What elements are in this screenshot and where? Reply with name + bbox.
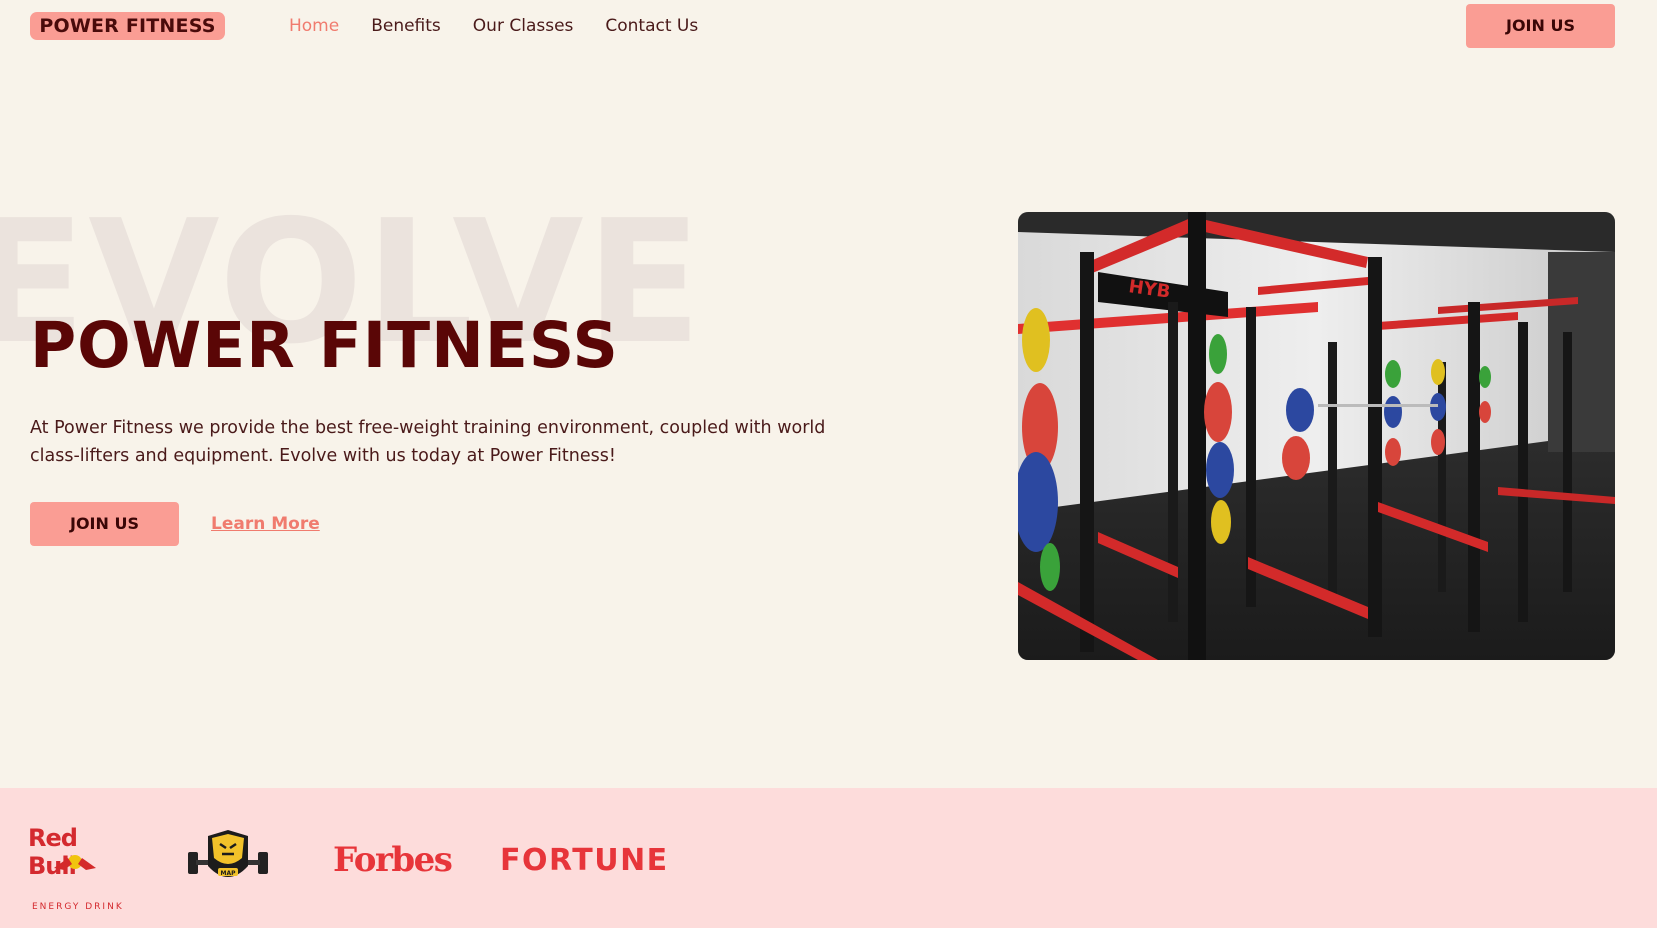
nav-link-benefits[interactable]: Benefits [371,14,441,38]
learn-more-link[interactable]: Learn More [211,512,320,536]
nav-link-our-classes[interactable]: Our Classes [473,14,574,38]
nav-link-contact-us[interactable]: Contact Us [605,14,698,38]
hero-description: At Power Fitness we provide the best fre… [30,418,826,466]
redbull-bulls-icon [54,855,96,870]
brand-logo[interactable]: POWER FITNESS [30,12,225,40]
top-nav: POWER FITNESS Home Benefits Our Classes … [0,0,1657,54]
nav-join-button[interactable]: JOIN US [1466,4,1615,48]
gym-racks-image: HYB [1018,212,1615,660]
nav-link-home[interactable]: Home [289,14,339,38]
tiger-barbell-icon: MAP [188,830,268,877]
tiger-barbell-logo: MAP [186,826,270,890]
partner-logo-strip: Red Bull ENERGY DRINK MAP Forbes FORTUNE [0,788,1657,928]
redbull-logo: Red Bull ENERGY DRINK [28,824,128,912]
hero-title: POWER FITNESS [30,309,619,382]
redbull-subtitle: ENERGY DRINK [32,902,124,912]
fortune-logo: FORTUNE [500,843,669,878]
hero-join-button[interactable]: JOIN US [30,502,179,546]
gym-power-racks-photo: HYB [1018,212,1615,660]
nav-links: Home Benefits Our Classes Contact Us [289,14,698,38]
forbes-logo: Forbes [333,840,453,880]
map-logo-text: MAP [220,870,236,877]
